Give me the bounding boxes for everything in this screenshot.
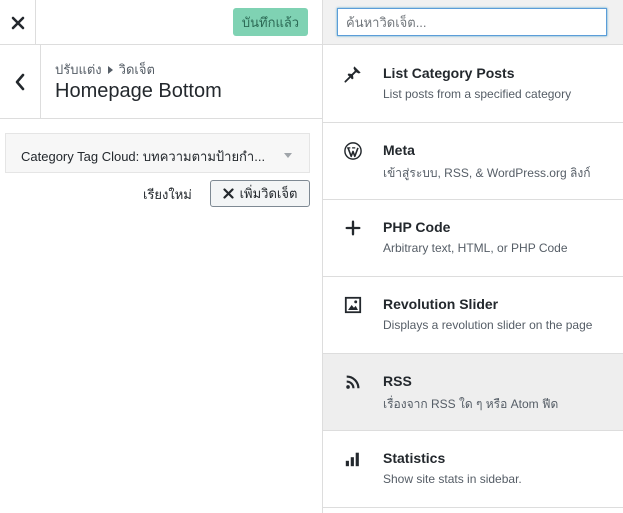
close-icon — [11, 16, 24, 29]
widget-title: Category Tag Cloud: บทความตามป้ายกำ... — [21, 149, 266, 164]
widget-name: Statistics — [383, 450, 446, 466]
triangle-down-icon[interactable] — [284, 153, 292, 158]
rss-icon — [343, 372, 363, 392]
reorder-link[interactable]: เรียงใหม่ — [143, 184, 192, 205]
available-widget-revolution-slider[interactable]: Revolution Slider Displays a revolution … — [323, 277, 623, 354]
available-widget-list-category-posts[interactable]: List Category Posts List posts from a sp… — [323, 46, 623, 123]
breadcrumb-arrow-icon — [107, 65, 113, 74]
widget-description: เรื่องจาก RSS ใด ๆ หรือ Atom ฟีด — [383, 397, 559, 411]
add-widget-label: เพิ่มวิดเจ็ต — [239, 186, 298, 201]
search-input[interactable] — [337, 8, 607, 36]
available-widget-statistics[interactable]: Statistics Show site stats in sidebar. — [323, 431, 623, 508]
widget-item[interactable]: Category Tag Cloud: บทความตามป้ายกำ... — [5, 133, 310, 173]
section-header: ปรับแต่ง วิดเจ็ต Homepage Bottom — [0, 45, 322, 119]
add-widget-button[interactable]: เพิ่มวิดเจ็ต — [210, 180, 310, 207]
wordpress-icon — [343, 141, 363, 161]
chevron-left-icon — [15, 73, 25, 90]
pushpin-icon — [343, 64, 363, 84]
available-widget-meta[interactable]: Meta เข้าสู่ระบบ, RSS, & WordPress.org ล… — [323, 123, 623, 200]
widget-name: List Category Posts — [383, 65, 515, 81]
widget-name: Revolution Slider — [383, 296, 499, 312]
widget-description: List posts from a specified category — [383, 87, 572, 101]
widget-name: RSS — [383, 373, 412, 389]
widget-description: Displays a revolution slider on the page — [383, 318, 593, 332]
search-bar — [323, 0, 623, 45]
section-title: Homepage Bottom — [55, 80, 222, 102]
widget-name: Meta — [383, 142, 415, 158]
available-widget-rss[interactable]: RSS เรื่องจาก RSS ใด ๆ หรือ Atom ฟีด — [323, 354, 623, 431]
plus-icon — [343, 218, 363, 238]
widget-description: เข้าสู่ระบบ, RSS, & WordPress.org ลิงก์ — [383, 166, 591, 180]
saved-button[interactable]: บันทึกแล้ว — [233, 8, 308, 36]
widget-name: PHP Code — [383, 219, 451, 235]
available-widgets-panel: List Category Posts List posts from a sp… — [323, 0, 623, 513]
widget-description: Arbitrary text, HTML, or PHP Code — [383, 241, 568, 255]
customizer-topbar: บันทึกแล้ว — [0, 0, 322, 45]
customizer-panel: บันทึกแล้ว ปรับแต่ง วิดเจ็ต Homepage Bot… — [0, 0, 323, 513]
available-widget-php-code[interactable]: PHP Code Arbitrary text, HTML, or PHP Co… — [323, 200, 623, 277]
close-button[interactable] — [0, 0, 36, 45]
breadcrumb-parent: ปรับแต่ง — [55, 62, 102, 77]
available-widget-list: List Category Posts List posts from a sp… — [323, 46, 623, 508]
breadcrumb-child: วิดเจ็ต — [118, 62, 155, 77]
bar-chart-icon — [343, 449, 363, 469]
widget-description: Show site stats in sidebar. — [383, 472, 522, 486]
image-icon — [343, 295, 363, 315]
back-button[interactable] — [0, 45, 41, 118]
close-icon — [222, 188, 234, 199]
breadcrumb: ปรับแต่ง วิดเจ็ต — [55, 59, 155, 80]
